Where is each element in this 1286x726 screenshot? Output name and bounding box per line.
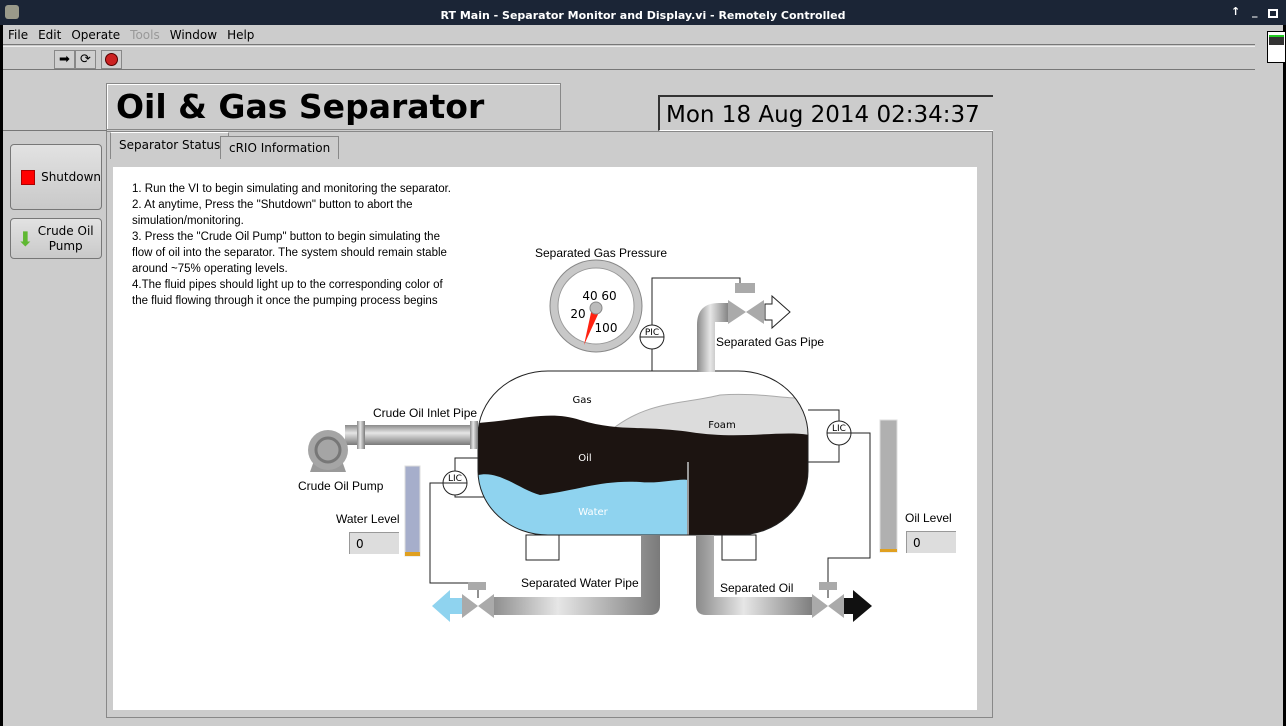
water-outlet-arrow-icon [432,590,462,622]
gauge-tick-40: 40 [582,289,597,303]
separator-diagram: PIC LIC LIC Gas Foam Oil Water 20 40 60 … [308,259,898,622]
tank-support-left [525,534,560,561]
pump-icon [308,430,348,472]
gauge-tick-20: 20 [570,307,585,321]
water-label: Water [578,507,608,518]
water-level-label: Water Level [336,512,400,526]
foam-label: Foam [708,420,735,431]
gauge-tick-60: 60 [601,289,616,303]
pump-label: Crude Oil Pump [298,479,384,493]
oil-valve-icon [812,582,844,618]
separated-water-pipe [490,535,660,615]
water-level-indicator: 0 [349,532,399,554]
gas-label: Gas [572,395,591,406]
inlet-pipe-label: Crude Oil Inlet Pipe [373,406,478,420]
separator-tank [478,371,808,535]
lic-oil-label: LIC [832,424,846,434]
water-pipe-label: Separated Water Pipe [521,576,639,590]
water-level-bar [404,465,421,557]
gas-valve-icon [728,283,764,324]
oil-level-fill [880,549,897,552]
gauge-tick-100: 100 [595,321,618,335]
oil-pipe-label: Separated Oil [720,581,794,595]
gas-outlet-arrow-icon [764,294,791,330]
oil-label: Oil [578,453,591,464]
water-level-fill [405,552,420,556]
oil-outlet-arrow-icon [844,590,872,622]
oil-level-bar [879,419,898,553]
gas-pipe-label: Separated Gas Pipe [716,335,825,349]
tank-support-right [721,534,757,561]
lic-water-label: LIC [448,474,462,484]
pic-label: PIC [645,328,659,338]
gauge-label: Separated Gas Pressure [535,246,668,260]
gas-pressure-gauge: 20 40 60 100 [549,259,643,353]
water-valve-icon [462,582,494,618]
oil-level-label: Oil Level [905,511,952,525]
oil-level-indicator: 0 [906,531,956,553]
